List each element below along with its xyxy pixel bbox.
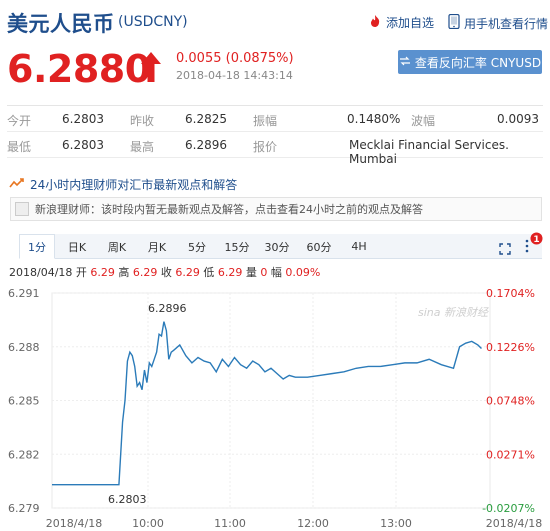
x-tick-label: 2018/4/18 [46,517,102,530]
y-tick-label-right: 0.0748% [486,395,535,408]
info-high-value: 6.29 [132,266,158,279]
y-tick-label: 6.285 [8,395,40,408]
y-tick-label-right: 0.1226% [486,341,535,354]
info-volume-label: 量 [245,266,257,279]
avatar [15,202,29,216]
add-favorite-label: 添加自选 [386,16,435,30]
tab-60min[interactable]: 60分 [301,234,337,259]
price-change: 0.0055 (0.0875%) [176,51,294,66]
stat-label-low: 最低 [7,140,32,154]
info-high-label: 高 [118,266,130,279]
swap-icon [399,55,411,70]
tab-weekly[interactable]: 周K [99,234,135,259]
y-tick-label: 6.288 [8,341,40,354]
tab-daily[interactable]: 日K [59,234,95,259]
commentary-box[interactable]: 新浪理财师：该时段内暂无最新观点及解答，点击查看24小时之前的观点及解答 [10,197,542,221]
stat-label-high: 最高 [130,140,155,154]
y-tick-label-right: 0.1704% [486,287,535,300]
stat-value-range: 0.0093 [497,112,539,126]
price-line [52,321,482,486]
up-arrow-icon [138,50,164,88]
watermark-text: sina 新浪财经 [418,306,489,319]
y-tick-label: 6.282 [8,448,40,461]
x-tick-label: 13:00 [380,517,412,530]
fullscreen-icon[interactable] [499,240,511,259]
info-date: 2018/04/18 [9,266,73,279]
x-tick-label: 12:00 [297,517,329,530]
reverse-rate-button[interactable]: 查看反向汇率 CNYUSD [398,50,542,74]
stat-label-amplitude: 振幅 [253,114,278,128]
stats-row: 最低 6.2803 最高 6.2896 报价 Mecklai Financial… [7,132,543,166]
tab-5min[interactable]: 5分 [179,234,215,259]
info-close-value: 6.29 [175,266,200,279]
stat-value-amplitude: 0.1480% [347,112,401,126]
commentary-title: 24小时内理财师对汇市最新观点和解答 [30,178,238,192]
stat-label-prev-close: 昨收 [130,114,155,128]
stat-value-low: 6.2803 [62,138,104,152]
trend-icon [9,177,25,192]
y-tick-label: 6.291 [8,287,40,300]
annotation-high: 6.2896 [148,302,187,315]
info-open-value: 6.29 [90,266,115,279]
x-tick-label: 11:00 [214,517,246,530]
flame-icon [368,14,382,31]
x-tick-label: 2018/4/18 [486,517,542,530]
stat-value-open: 6.2803 [62,112,104,126]
mobile-view-button[interactable]: 用手机查看行情 [448,13,549,32]
tab-1min[interactable]: 1分 [19,234,55,259]
info-low-value: 6.29 [217,266,243,279]
add-favorite-button[interactable]: 添加自选 [368,14,434,31]
y-tick-label-right: -0.0207% [482,502,535,515]
phone-icon [448,13,460,32]
bar-info-line: 2018/04/18 开 6.29 高 6.29 收 6.29 低 6.29 量… [9,264,320,280]
x-tick-label: 10:00 [132,517,164,530]
info-close-label: 收 [160,266,172,279]
header: 美元人民币 (USDCNY) 添加自选 用手机查看行情 [0,0,550,40]
stats-row: 今开 6.2803 昨收 6.2825 振幅 0.1480% 波幅 0.0093 [7,106,543,132]
info-volume-value: 0 [260,266,268,279]
current-price: 6.2880 [7,47,151,91]
tab-4h[interactable]: 4H [341,234,377,259]
info-amplitude-value: 0.09% [285,266,321,279]
commentary-link[interactable]: 24小时内理财师对汇市最新观点和解答 [9,176,237,193]
tab-monthly[interactable]: 月K [139,234,175,259]
quote-time: 2018-04-18 14:43:14 [176,69,293,82]
stat-label-quote-source: 报价 [253,140,278,154]
symbol-code: (USDCNY) [118,14,188,30]
mobile-view-label: 用手机查看行情 [464,16,549,31]
page-title: 美元人民币 [7,12,115,36]
tab-30min[interactable]: 30分 [259,234,295,259]
stat-value-high: 6.2896 [185,138,227,152]
y-tick-label-right: 0.0271% [486,448,535,461]
info-low-label: 低 [203,266,215,279]
annotation-low: 6.2803 [108,493,147,506]
chart-period-tabs: 1分 日K 周K 月K 5分 15分 30分 60分 4H 1 [19,232,543,259]
stat-value-quote-source: Mecklai Financial Services. Mumbai [349,138,509,166]
stat-value-prev-close: 6.2825 [185,112,227,126]
y-tick-label: 6.279 [8,502,40,515]
reverse-rate-label: 查看反向汇率 CNYUSD [414,55,542,70]
info-amplitude-label: 幅 [270,266,282,279]
info-open-label: 开 [75,266,87,279]
badge-count: 1 [533,235,539,245]
stat-label-open: 今开 [7,114,32,128]
tab-15min[interactable]: 15分 [219,234,255,259]
notification-badge: 1 [530,230,543,249]
stats-table: 今开 6.2803 昨收 6.2825 振幅 0.1480% 波幅 0.0093… [7,105,543,166]
commentary-text: 新浪理财师：该时段内暂无最新观点及解答，点击查看24小时之前的观点及解答 [35,203,423,216]
stat-label-range: 波幅 [411,114,436,128]
intraday-line-chart[interactable]: 6.291 0.1704% 6.288 0.1226% 6.285 0.0748% 6.28… [0,280,550,531]
